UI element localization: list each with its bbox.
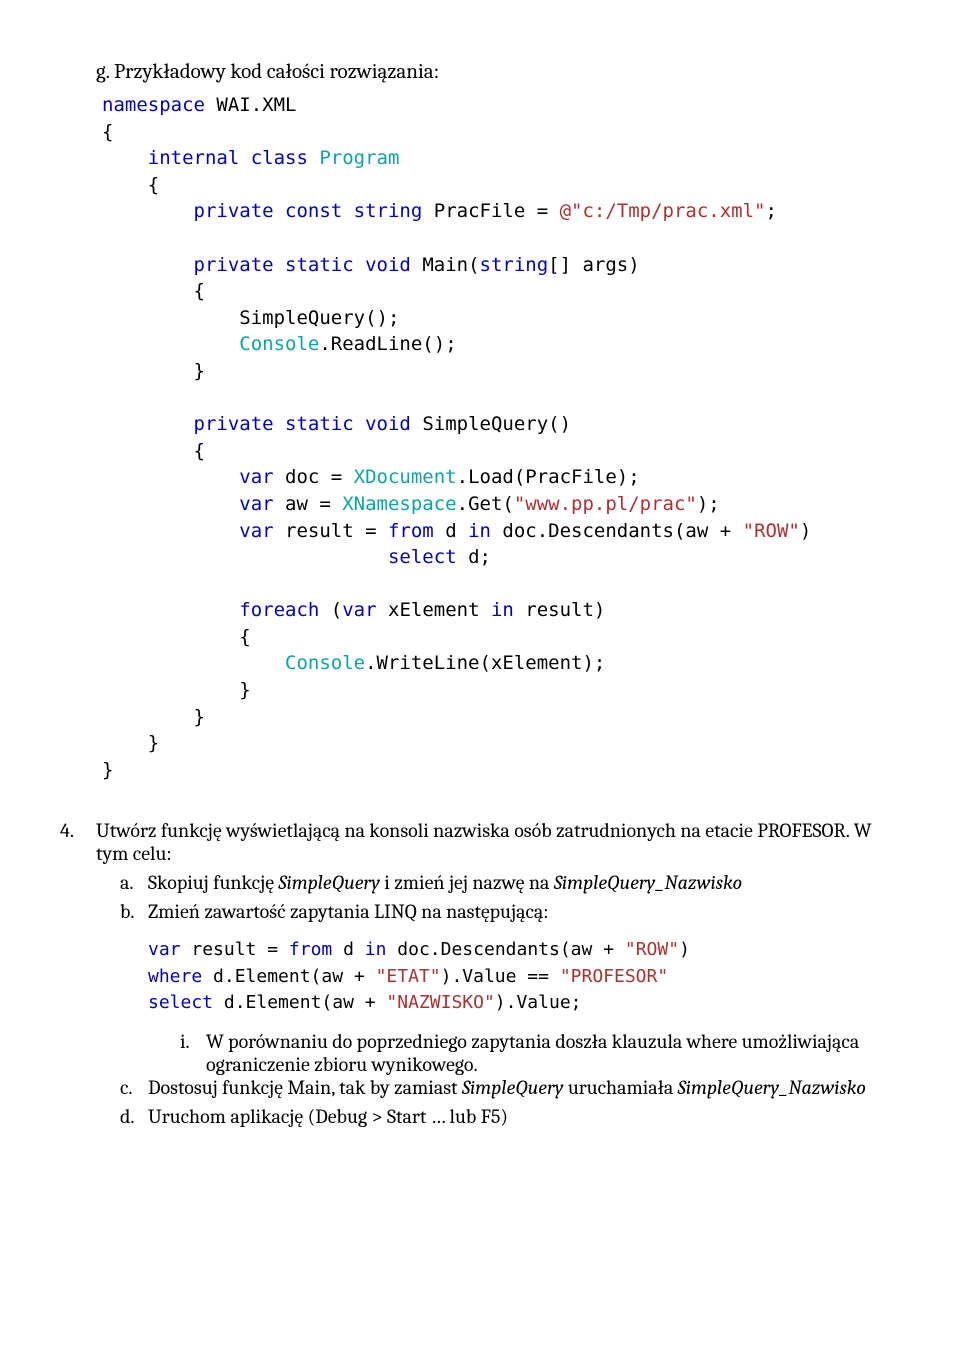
point-4b: b. Zmień zawartość zapytania LINQ na nas…	[60, 900, 900, 923]
point-4b-i-num: i.	[180, 1030, 206, 1053]
point-4b-text: Zmień zawartość zapytania LINQ na następ…	[148, 900, 549, 923]
point-4d-num: d.	[120, 1105, 148, 1128]
point-4b-i: i. W porównaniu do poprzedniego zapytani…	[60, 1030, 900, 1076]
point-4c-text: Dostosuj funkcję Main, tak by zamiast Si…	[148, 1076, 866, 1099]
point-4b-num: b.	[120, 900, 148, 923]
point-4d-text: Uruchom aplikację (Debug > Start … lub F…	[148, 1105, 508, 1128]
point-4-text: Utwórz funkcję wyświetlającą na konsoli …	[96, 819, 900, 865]
point-4a-num: a.	[120, 871, 148, 894]
point-4: 4. Utwórz funkcję wyświetlającą na konso…	[60, 819, 900, 865]
linq-snippet: var result = from d in doc.Descendants(a…	[60, 937, 900, 1015]
code-sample: namespace WAI.XML { internal class Progr…	[60, 92, 900, 783]
point-4b-i-text: W porównaniu do poprzedniego zapytania d…	[206, 1030, 900, 1076]
point-4a: a. Skopiuj funkcję SimpleQuery i zmień j…	[60, 871, 900, 894]
point-4-num: 4.	[60, 819, 96, 865]
point-4d: d. Uruchom aplikację (Debug > Start … lu…	[60, 1105, 900, 1128]
point-4a-text: Skopiuj funkcję SimpleQuery i zmień jej …	[148, 871, 742, 894]
section-g-heading: g. Przykładowy kod całości rozwiązania:	[60, 60, 900, 84]
point-4c-num: c.	[120, 1076, 148, 1099]
point-4c: c. Dostosuj funkcję Main, tak by zamiast…	[60, 1076, 900, 1099]
